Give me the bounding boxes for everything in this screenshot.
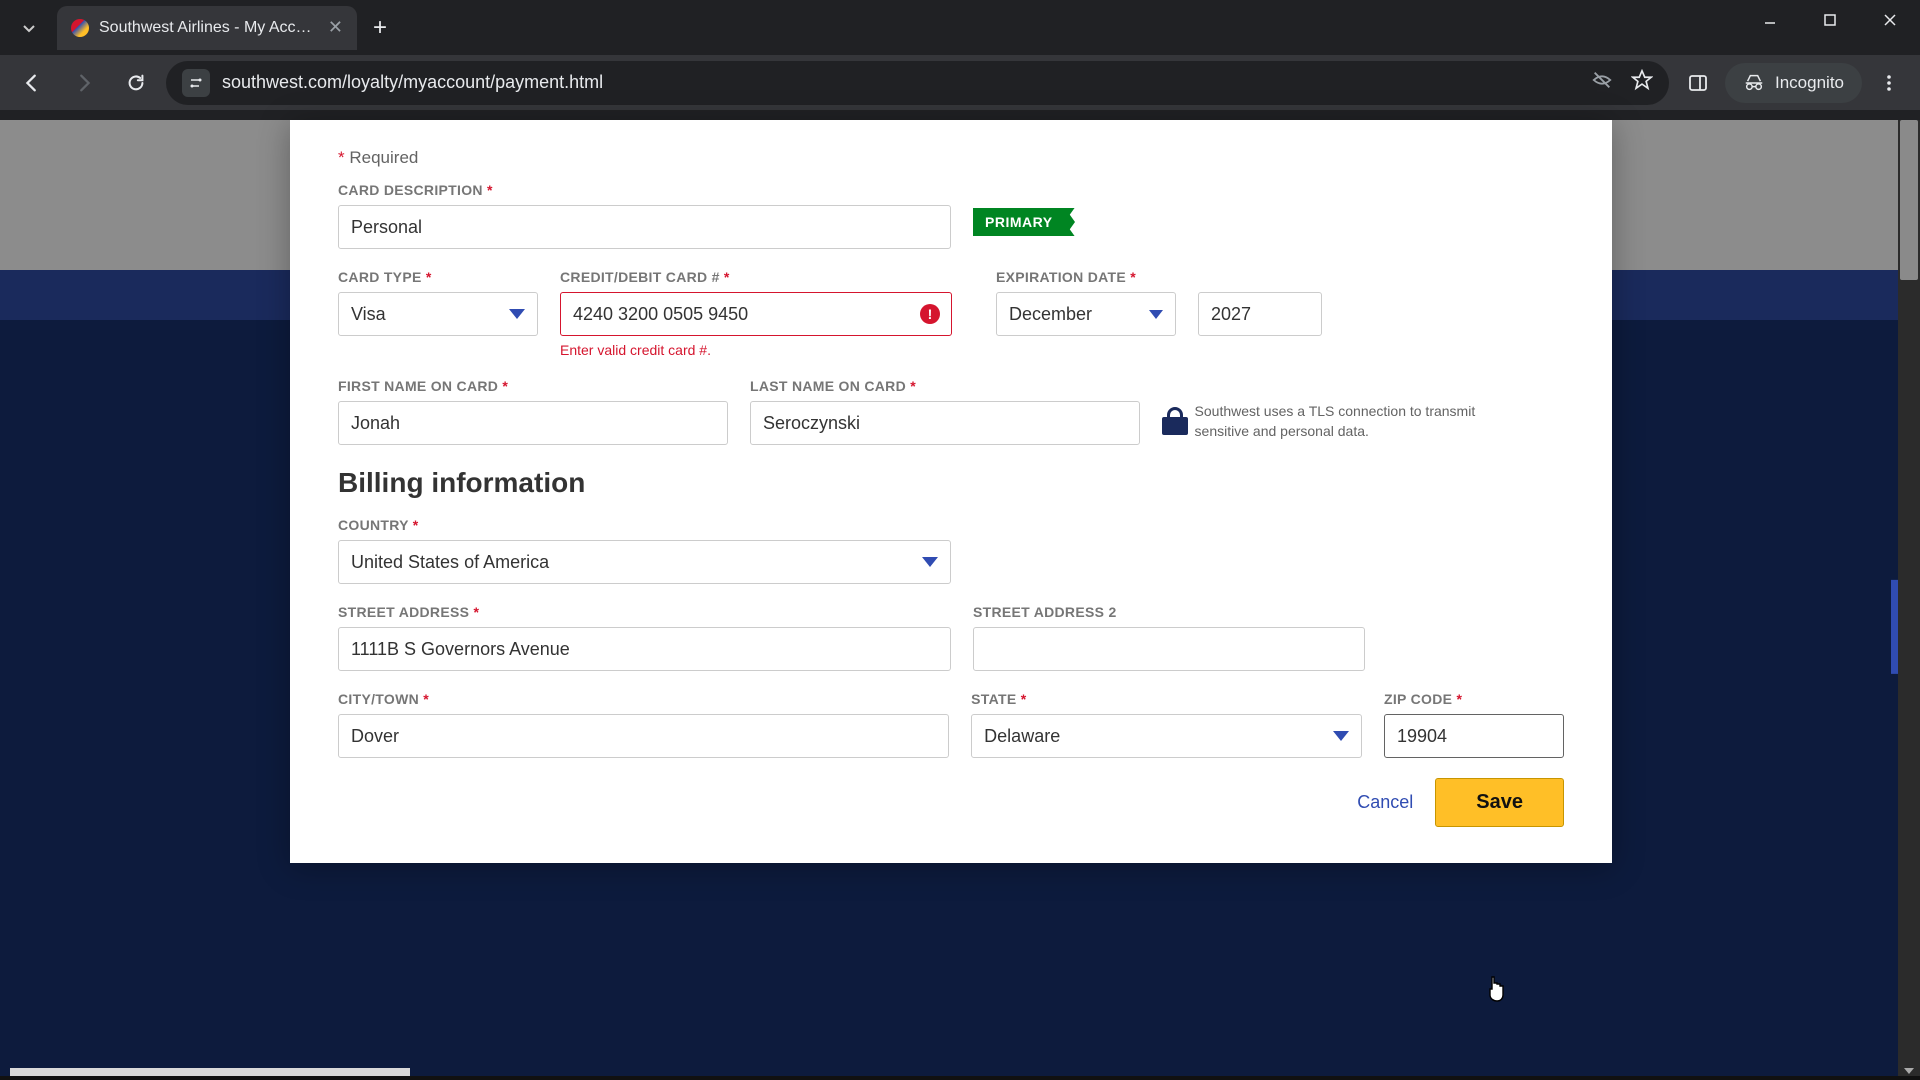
taskbar: [0, 1076, 1920, 1080]
expiration-month-select[interactable]: December: [996, 292, 1176, 336]
card-number-label: CREDIT/DEBIT CARD # *: [560, 269, 952, 285]
zip-input[interactable]: [1384, 714, 1564, 758]
incognito-icon: [1743, 72, 1765, 94]
reload-button[interactable]: [114, 61, 158, 105]
card-number-input[interactable]: [560, 292, 952, 336]
zip-label: ZIP CODE *: [1384, 691, 1564, 707]
menu-button[interactable]: [1868, 62, 1910, 104]
cancel-button[interactable]: Cancel: [1357, 792, 1413, 813]
payment-modal: * Required CARD DESCRIPTION * PRIMARY CA…: [290, 120, 1612, 863]
toolbar: southwest.com/loyalty/myaccount/payment.…: [0, 55, 1920, 110]
save-button[interactable]: Save: [1435, 778, 1564, 827]
last-name-input[interactable]: [750, 401, 1140, 445]
card-description-input[interactable]: [338, 205, 951, 249]
error-icon: !: [920, 304, 940, 324]
card-number-error: Enter valid credit card #.: [560, 342, 952, 358]
billing-information-heading: Billing information: [338, 467, 1564, 499]
state-label: STATE *: [971, 691, 1362, 707]
scrollbar-thumb[interactable]: [1900, 120, 1918, 280]
new-tab-button[interactable]: +: [373, 14, 387, 42]
primary-flag: PRIMARY: [973, 182, 1065, 236]
incognito-indicator[interactable]: Incognito: [1725, 63, 1862, 103]
minimize-button[interactable]: [1740, 0, 1800, 40]
tab-title: Southwest Airlines - My Accoun: [99, 19, 318, 37]
tls-note: Southwest uses a TLS connection to trans…: [1162, 402, 1522, 441]
country-select[interactable]: United States of America: [338, 540, 951, 584]
browser-tab[interactable]: Southwest Airlines - My Accoun ✕: [57, 6, 357, 50]
eye-off-icon[interactable]: [1591, 69, 1613, 96]
site-info-button[interactable]: [182, 69, 210, 97]
first-name-label: FIRST NAME ON CARD *: [338, 378, 728, 394]
maximize-button[interactable]: [1800, 0, 1860, 40]
street-address-2-label: STREET ADDRESS 2: [973, 604, 1365, 620]
required-note: * Required: [338, 148, 1564, 168]
card-description-label: CARD DESCRIPTION *: [338, 182, 951, 198]
taskbar-item: [10, 1068, 410, 1076]
street-address-input[interactable]: [338, 627, 951, 671]
chevron-down-icon: [509, 309, 525, 319]
street-address-2-input[interactable]: [973, 627, 1365, 671]
city-input[interactable]: [338, 714, 949, 758]
chevron-down-icon: [1333, 731, 1349, 741]
chevron-down-icon: [922, 557, 938, 567]
country-label: COUNTRY *: [338, 517, 951, 533]
forward-button[interactable]: [62, 61, 106, 105]
address-bar[interactable]: southwest.com/loyalty/myaccount/payment.…: [166, 61, 1669, 105]
close-window-button[interactable]: [1860, 0, 1920, 40]
side-panel-button[interactable]: [1677, 62, 1719, 104]
tab-strip: Southwest Airlines - My Accoun ✕ +: [0, 0, 1920, 55]
state-select[interactable]: Delaware: [971, 714, 1362, 758]
close-tab-button[interactable]: ✕: [328, 17, 343, 38]
window-controls: [1740, 0, 1920, 40]
expiration-date-label: EXPIRATION DATE *: [996, 269, 1176, 285]
browser-chrome: Southwest Airlines - My Accoun ✕ + south…: [0, 0, 1920, 120]
scrollbar[interactable]: [1898, 120, 1920, 1080]
street-address-label: STREET ADDRESS *: [338, 604, 951, 620]
incognito-label: Incognito: [1775, 73, 1844, 93]
card-type-select[interactable]: Visa: [338, 292, 538, 336]
tab-search-button[interactable]: [10, 9, 47, 46]
bookmark-star-icon[interactable]: [1631, 69, 1653, 96]
first-name-input[interactable]: [338, 401, 728, 445]
expiration-year-input[interactable]: [1198, 292, 1322, 336]
chevron-down-icon: [1149, 310, 1163, 319]
card-type-label: CARD TYPE *: [338, 269, 538, 285]
city-label: CITY/TOWN *: [338, 691, 949, 707]
lock-icon: [1162, 409, 1181, 435]
back-button[interactable]: [10, 61, 54, 105]
last-name-label: LAST NAME ON CARD *: [750, 378, 1140, 394]
url-text: southwest.com/loyalty/myaccount/payment.…: [222, 72, 603, 93]
favicon-icon: [71, 19, 89, 37]
